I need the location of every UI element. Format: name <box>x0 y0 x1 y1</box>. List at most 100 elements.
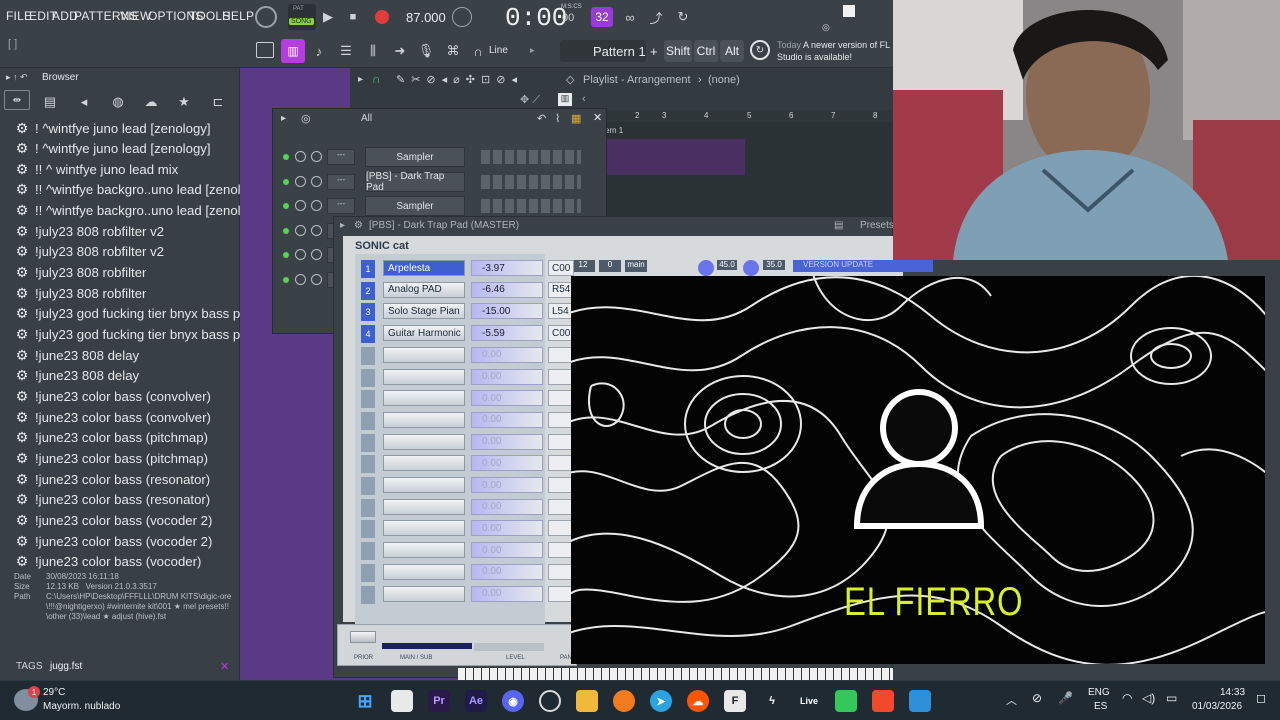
volume-icon[interactable]: ◁) <box>1142 691 1155 705</box>
layer-level-slider[interactable]: -3.97 <box>471 260 543 276</box>
update-notice[interactable]: Today A newer version of FL Studio is av… <box>777 39 891 63</box>
layer-instrument-slot[interactable] <box>383 455 465 472</box>
step-sequencer[interactable] <box>481 174 581 189</box>
piano-roll-icon[interactable]: ♪ <box>309 41 329 61</box>
layer-level-slider[interactable]: 0.00 <box>471 346 543 363</box>
layer-number[interactable] <box>361 433 375 452</box>
windows-start-icon[interactable]: ⊞ <box>354 690 376 712</box>
channel-led-icon[interactable] <box>283 203 289 210</box>
layer-instrument-slot[interactable] <box>383 585 465 602</box>
browser-globe-icon[interactable]: ◍ <box>108 92 128 112</box>
channel-pan-knob[interactable] <box>295 151 306 162</box>
menu-help[interactable]: HELP <box>222 9 254 23</box>
playlist-grid[interactable]: 2 3 4 5 6 7 8 ern 1 <box>605 110 893 218</box>
rack-filter[interactable]: All <box>361 113 372 124</box>
chevron-up-icon[interactable]: ︿ <box>1006 692 1017 708</box>
soundcloud-icon[interactable]: ☁ <box>687 690 709 712</box>
premiere-icon[interactable]: Pr <box>428 690 450 712</box>
browser-folder-icon[interactable]: ⊏ <box>208 92 228 112</box>
browser-list-item[interactable]: ⚙ !june23 color bass (vocoder 2) <box>14 531 213 551</box>
rack-arrow-icon[interactable]: ▸ <box>281 113 286 124</box>
lang-top[interactable]: ENG <box>1088 687 1110 698</box>
refresh-icon[interactable]: ↻ <box>673 7 693 27</box>
master-volume-knob[interactable] <box>255 6 277 28</box>
layer-number[interactable] <box>361 411 375 430</box>
rack-options-icon[interactable]: ◎ <box>301 112 311 125</box>
after-effects-icon[interactable]: Ae <box>465 690 487 712</box>
layer-level-slider[interactable]: 0.00 <box>471 368 543 385</box>
live-app-icon[interactable]: Live <box>798 690 820 712</box>
chrome-icon[interactable] <box>539 690 561 712</box>
channel-vol-knob[interactable] <box>311 200 322 212</box>
channel-vol-knob[interactable] <box>311 249 322 261</box>
browser-list-item[interactable]: ⚙ !july23 808 robfilter v2 <box>14 221 164 241</box>
layer-number[interactable] <box>361 520 375 539</box>
snap-value[interactable]: 32 <box>591 7 613 27</box>
layer-level-slider[interactable]: 0.00 <box>471 498 543 515</box>
browser-list-item[interactable]: ⚙ !june23 color bass (vocoder 2) <box>14 510 213 530</box>
shift-key[interactable]: Shift <box>664 40 692 62</box>
file-explorer-icon[interactable] <box>391 690 413 712</box>
play-icon[interactable]: ▶ <box>318 7 338 27</box>
main-sub-bar[interactable] <box>382 643 472 649</box>
layer-instrument-slot[interactable] <box>383 433 465 450</box>
android-app-icon[interactable] <box>835 690 857 712</box>
browser-star-icon[interactable]: ★ <box>174 92 194 112</box>
plugin-arrow-icon[interactable]: ▸ <box>340 220 345 231</box>
layer-instrument-slot[interactable] <box>383 346 465 363</box>
browser-list-item[interactable]: ⚙ !july23 808 robfilter v2 <box>14 242 164 262</box>
magnet-icon[interactable]: ∩ <box>468 41 488 61</box>
layer-number[interactable]: 2 <box>361 281 375 300</box>
layer-number[interactable] <box>361 455 375 474</box>
sync-icon[interactable]: ⊘ <box>1032 691 1042 705</box>
channel-pan-knob[interactable] <box>295 224 306 236</box>
playlist-tools-icons[interactable]: ✎✂⊘◂⌀✣⊡⊘◂ <box>396 73 523 86</box>
playlist-grid-icon[interactable]: ▥ <box>558 93 572 106</box>
channel-pan-knob[interactable] <box>295 200 306 212</box>
browser-list-item[interactable]: ⚙ !june23 color bass (pitchmap) <box>14 448 208 468</box>
pat-song-switch[interactable]: PAT SONG <box>288 4 316 30</box>
step-sequencer[interactable] <box>481 150 581 164</box>
footer-level-slider[interactable] <box>474 643 544 651</box>
fl-studio-icon[interactable] <box>613 690 635 712</box>
layer-level-slider[interactable]: -5.59 <box>471 325 543 342</box>
plugin-gear-icon[interactable]: ⚙ <box>354 220 363 231</box>
channel-mixer-slot[interactable]: --- <box>327 173 355 190</box>
browser-speaker-icon[interactable]: ◂ <box>74 92 94 112</box>
ctrl-key[interactable]: Ctrl <box>694 40 718 62</box>
rack-undo-icon[interactable]: ↶ <box>537 112 546 125</box>
close-tags-icon[interactable]: ✕ <box>220 660 229 673</box>
layer-number[interactable] <box>361 585 375 604</box>
tempo-tap-icon[interactable]: ⌘ <box>443 41 463 61</box>
pattern-clip[interactable] <box>607 139 745 175</box>
clock-time[interactable]: 14:33 <box>1220 687 1245 698</box>
layer-number[interactable]: 1 <box>361 260 375 278</box>
channel-name-button[interactable]: Sampler <box>365 147 465 167</box>
layer-number[interactable] <box>361 542 375 561</box>
channel-led-icon[interactable] <box>283 277 289 283</box>
voices-value[interactable]: 12 <box>571 260 595 272</box>
channel-vol-knob[interactable] <box>311 224 322 236</box>
browser-list-item[interactable]: ⚙ !june23 color bass (resonator) <box>14 490 210 510</box>
browser-file-icon[interactable]: ▤ <box>40 92 60 112</box>
layer-number[interactable] <box>361 563 375 582</box>
layer-level-slider[interactable]: 0.00 <box>471 520 543 537</box>
layer-level-slider[interactable]: 0.00 <box>471 390 543 407</box>
chorus-knob[interactable] <box>698 260 714 276</box>
layer-instrument-slot[interactable]: Arpelesta <box>383 260 465 276</box>
layer-number[interactable] <box>361 368 375 387</box>
layer-instrument-slot[interactable] <box>383 477 465 493</box>
folder-icon[interactable] <box>576 690 598 712</box>
layer-instrument-slot[interactable]: Analog PAD <box>383 281 465 298</box>
channel-rack-icon[interactable]: ☰ <box>336 41 356 61</box>
channel-pan-knob[interactable] <box>295 274 306 285</box>
arrow-icon[interactable]: ➜ <box>390 41 410 61</box>
browser-list-item[interactable]: ⚙ !june23 color bass (convolver) <box>14 386 211 406</box>
prior-button[interactable] <box>350 631 376 643</box>
telegram-icon[interactable]: ➤ <box>650 690 672 712</box>
channel-led-icon[interactable] <box>283 252 289 259</box>
piano-keyboard[interactable] <box>458 668 893 680</box>
presets-label[interactable]: Presets <box>860 220 894 231</box>
layer-number[interactable] <box>361 346 375 365</box>
channel-name-button[interactable]: Sampler <box>365 196 465 217</box>
